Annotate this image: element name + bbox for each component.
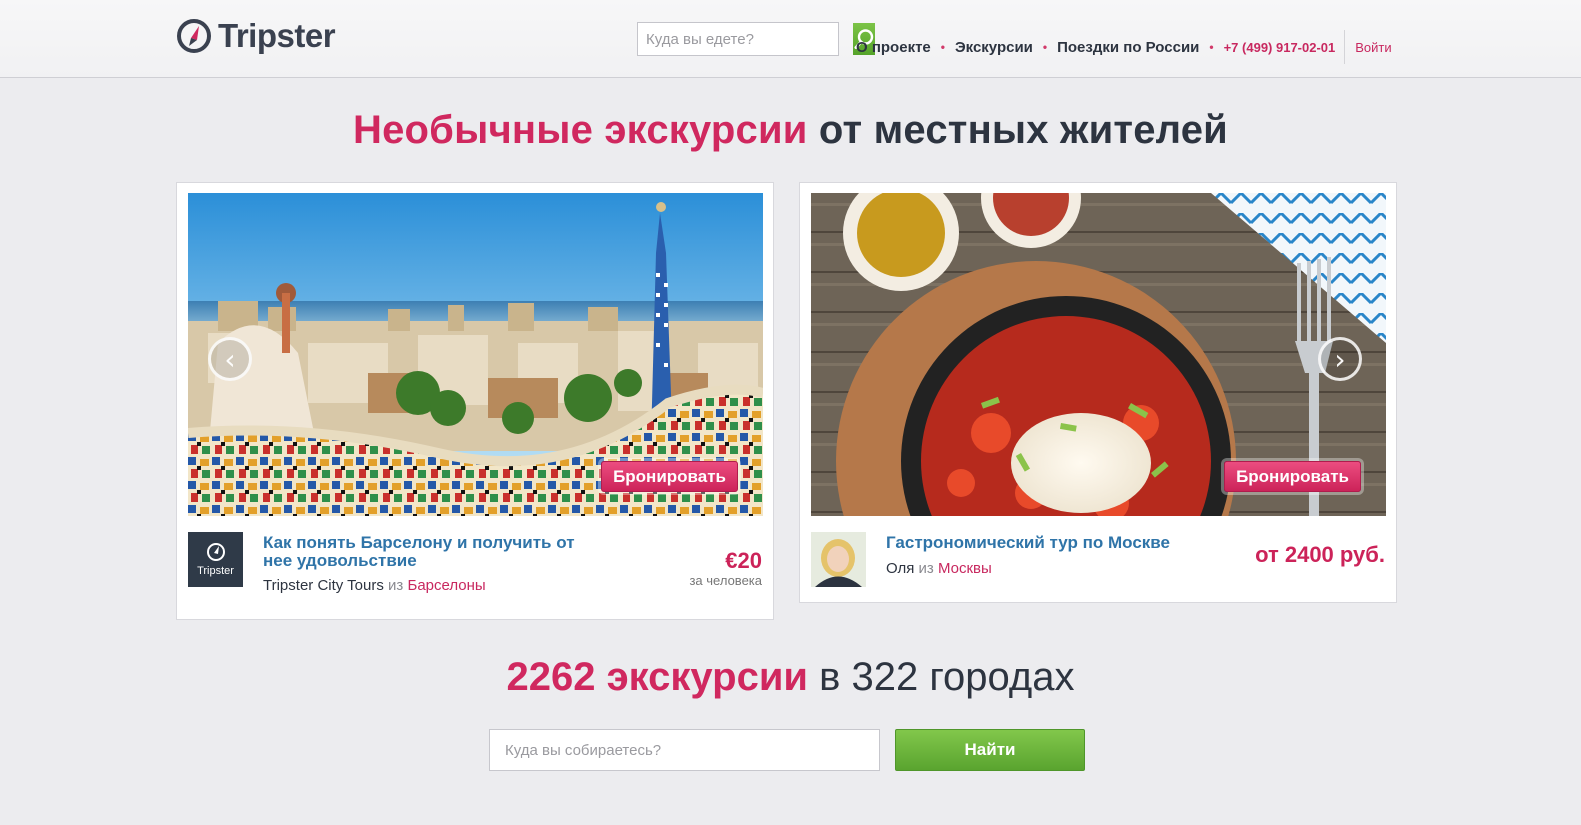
compass-icon: [206, 543, 225, 561]
destination-search: [489, 729, 880, 771]
site-header: Tripster О проекте • Экскурсии • Поездки…: [0, 0, 1581, 78]
tour-operator: Оля из Москвы: [886, 560, 992, 577]
tour-info: Гастрономический тур по Москве Оля из Мо…: [811, 532, 1385, 602]
avatar[interactable]: [811, 532, 866, 587]
page-title-rest: от местных жителей: [807, 108, 1228, 152]
tour-photo-barcelona[interactable]: ‹ Бронировать: [188, 193, 763, 516]
stats-rest: в 322 городах: [808, 655, 1075, 699]
carousel-prev-button[interactable]: ‹: [208, 337, 252, 381]
operator-name[interactable]: Tripster City Tours: [263, 577, 384, 594]
phone-number[interactable]: +7 (499) 917-02-01: [1224, 40, 1336, 55]
page-title-accent: Необычные экскурсии: [353, 108, 808, 152]
tour-card-moscow[interactable]: › Бронировать Гастрономический тур по Мо…: [799, 182, 1397, 603]
tour-title[interactable]: Гастрономический тур по Москве: [886, 534, 1231, 552]
nav-separator-dot: •: [940, 40, 945, 54]
tour-card-barcelona[interactable]: ‹ Бронировать Tripster Как понять Барсел…: [176, 182, 774, 620]
nav-about[interactable]: О проекте: [856, 39, 931, 56]
carousel-next-button[interactable]: ›: [1318, 337, 1362, 381]
nav-excursions[interactable]: Экскурсии: [955, 39, 1033, 56]
compass-icon: [177, 19, 211, 53]
operator-city[interactable]: Барселоны: [407, 577, 485, 594]
nav-divider: [1344, 30, 1346, 64]
chevron-left-icon: ‹: [224, 342, 236, 376]
operator-city[interactable]: Москвы: [938, 560, 992, 577]
tour-price: €20: [725, 548, 762, 573]
nav-separator-dot: •: [1042, 40, 1048, 54]
nav-russia-trips[interactable]: Поездки по России: [1057, 39, 1199, 56]
nav-separator-dot: •: [1209, 40, 1214, 54]
tour-info: Tripster Как понять Барселону и получить…: [188, 532, 762, 602]
book-button[interactable]: Бронировать: [1224, 461, 1361, 492]
from-word: из: [388, 577, 404, 594]
avatar-label: Tripster: [197, 565, 234, 577]
operator-name[interactable]: Оля: [886, 560, 914, 577]
from-word: из: [918, 560, 934, 577]
tour-operator: Tripster City Tours из Барселоны: [263, 577, 486, 594]
tour-title[interactable]: Как понять Барселону и получить от нее у…: [263, 534, 608, 570]
book-button[interactable]: Бронировать: [601, 461, 738, 492]
header-search-input[interactable]: [638, 23, 853, 55]
tour-price: от 2400 руб.: [1255, 542, 1385, 567]
excursion-stats: 2262 экскурсии в 322 городах: [0, 655, 1581, 700]
tour-photo-moscow[interactable]: › Бронировать: [811, 193, 1386, 516]
find-button[interactable]: Найти: [895, 729, 1085, 771]
stats-count: 2262 экскурсии: [506, 655, 809, 699]
guide-portrait-image: [811, 532, 866, 587]
chevron-right-icon: ›: [1334, 342, 1346, 376]
logo-text: Tripster: [218, 17, 336, 54]
avatar[interactable]: Tripster: [188, 532, 243, 587]
logo[interactable]: Tripster: [176, 16, 336, 56]
price-note: за человека: [689, 573, 762, 588]
destination-search-input[interactable]: [490, 730, 879, 770]
header-search: [637, 22, 875, 56]
login-link[interactable]: Войти: [1355, 40, 1391, 55]
page-title: Необычные экскурсии от местных жителей: [0, 108, 1581, 153]
main-nav: О проекте • Экскурсии • Поездки по Росси…: [856, 30, 1392, 64]
